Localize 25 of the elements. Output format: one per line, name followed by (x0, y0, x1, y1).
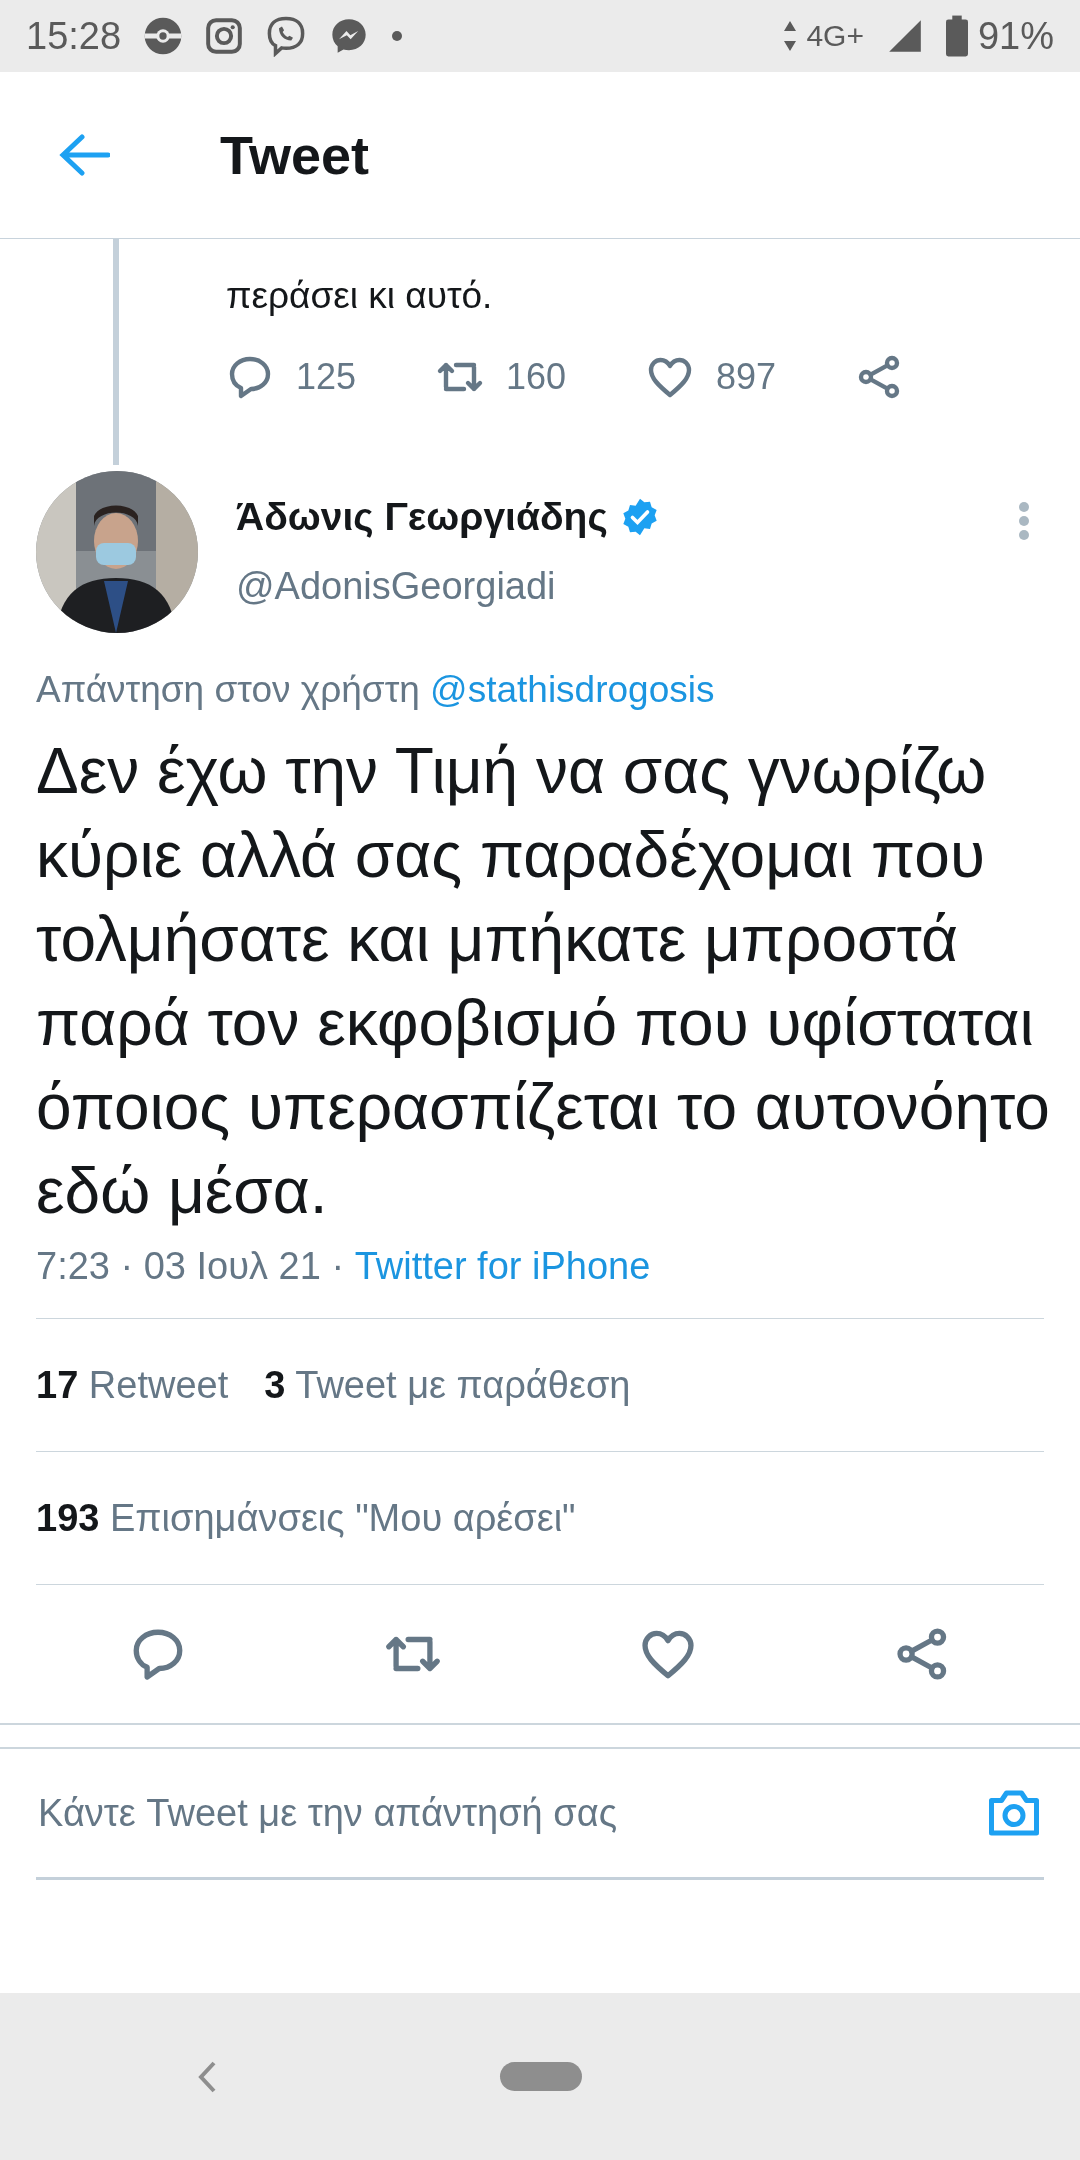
author-name: Άδωνις Γεωργιάδης (236, 495, 608, 539)
stat-text[interactable]: 17 Retweet (36, 1363, 229, 1407)
mention-link[interactable]: @stathisdrogosis (430, 669, 715, 710)
page-title: Tweet (220, 124, 370, 186)
likes-stat-text[interactable]: 193 Επισημάνσεις "Μου αρέσει" (36, 1496, 576, 1540)
network-type: 4G+ (806, 19, 864, 53)
tweet-text: Δεν έχω την Τιμή να σας γνωρίζω κύριε αλλά σας παραδέχομαι που τολμήσατε και μπήκατε μπροστά παρά τον εκφοβισμό που υφίσταται όποιος υπερασπίζεται το αυτονόητο εδώ μέσα. (35, 734, 1051, 1229)
stat-text[interactable]: 3 Tweet με παράθεση (264, 1363, 631, 1407)
data-arrows-icon (782, 19, 799, 53)
like-action[interactable]: 897 (646, 353, 856, 401)
dot-icon (391, 30, 404, 42)
tweet-meta: 7:23 · 03 Ιουλ 21 · Twitter for iPhone (36, 1233, 1044, 1319)
reply-action[interactable]: 125 (226, 353, 436, 401)
battery-icon (945, 15, 968, 57)
battery-level: 91% (977, 14, 1054, 58)
home-pill[interactable] (500, 2062, 582, 2091)
back-button[interactable] (58, 133, 110, 177)
status-time: 15:28 (26, 14, 122, 58)
retweet-action[interactable]: 160 (436, 353, 646, 401)
tweet-text: περάσει κι αυτό. (226, 275, 494, 317)
author-handle: @AdonisGeorgiadi (236, 565, 557, 608)
pokeball-icon (143, 16, 184, 56)
source-link[interactable]: Twitter for iPhone (354, 1245, 651, 1287)
reply-to-text: Απάντηση στον χρήστη @stathisdrogosis (35, 668, 716, 711)
camera-icon (205, 17, 244, 55)
